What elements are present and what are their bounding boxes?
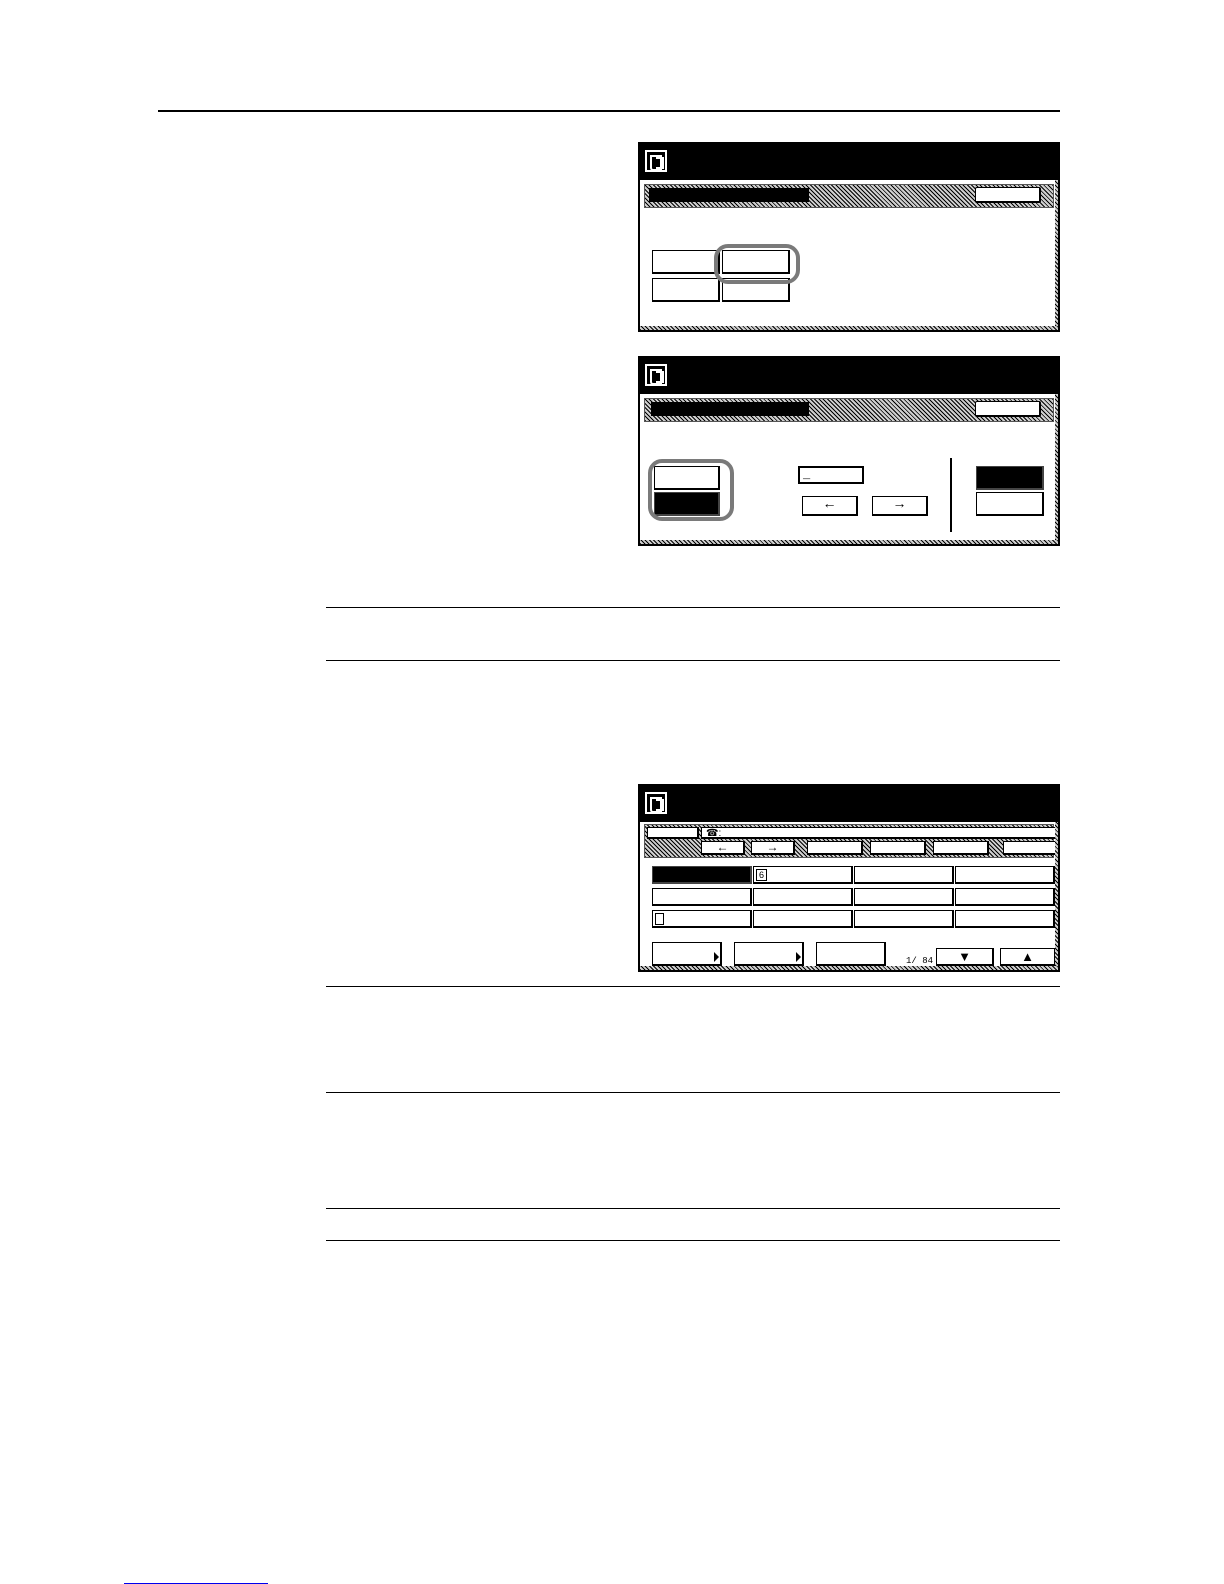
title-bar [640,144,1058,180]
fax-mode-icon [645,364,667,386]
cursor-left-button[interactable]: ← [802,496,858,516]
phone-icon: ☎: [706,828,722,839]
header-rule [158,110,1060,112]
bottom-button-1[interactable] [652,942,722,966]
panel-edge [1055,822,1058,970]
bottom-button-2[interactable] [734,942,804,966]
header-strip [644,398,1054,422]
entry-type-icon [655,913,664,925]
fax-mode-icon [645,150,667,172]
panel-bottom-edge [640,326,1058,330]
tab-2[interactable] [870,841,926,855]
tab-3[interactable] [933,841,989,855]
entry[interactable] [854,888,954,906]
entry-with-icon[interactable] [652,910,752,928]
number-input[interactable]: _ [798,466,864,484]
submenu-arrow-icon [714,952,719,962]
right-arrow-icon: → [892,495,907,511]
title-bar [640,786,1058,822]
rule [326,607,1060,608]
section-title-bar [649,188,809,202]
entry[interactable] [753,888,853,906]
rule [326,1092,1060,1093]
entry-1-selected[interactable] [652,866,752,884]
selection-highlight [648,459,734,521]
tab-1[interactable] [807,841,863,855]
option-button-3[interactable] [652,278,720,302]
screen-panel-1 [638,142,1060,332]
scroll-up-button[interactable]: ▲ [1000,948,1056,966]
group-index-badge: 6 [756,869,768,881]
entry-group[interactable]: 6 [753,866,853,884]
entry[interactable] [854,910,954,928]
panel-edge [1055,394,1058,544]
tab-4[interactable] [1003,841,1058,855]
right-arrow-icon: → [766,840,779,854]
down-arrow-icon: ▼ [958,949,971,964]
scroll-down-button[interactable]: ▼ [936,948,994,966]
up-arrow-icon: ▲ [1021,949,1034,964]
cursor-right-button[interactable]: → [751,841,795,855]
footer-link[interactable] [124,1570,268,1584]
left-arrow-icon: ← [716,840,729,854]
panel-bottom-edge [640,540,1058,544]
panel-bottom-edge [640,966,1058,970]
entry[interactable] [955,888,1055,906]
bottom-button-3[interactable] [816,942,886,966]
rule [326,986,1060,987]
destination-label-box [647,827,699,839]
submenu-arrow-icon [796,952,801,962]
entry[interactable] [854,866,954,884]
left-arrow-icon: ← [822,495,837,511]
cursor-left-button[interactable]: ← [701,841,745,855]
rule [326,1240,1060,1241]
title-bar [640,358,1058,394]
screen-panel-3: ☎: ← → 6 1/ 84 ▼ ▲ [638,784,1060,972]
selection-highlight [714,244,800,284]
entry[interactable] [955,866,1055,884]
screen-panel-2: _ ← → [638,356,1060,546]
divider [950,458,952,532]
entry[interactable] [753,910,853,928]
cursor-right-button[interactable]: → [872,496,928,516]
right-option[interactable] [976,492,1044,516]
page-indicator: 1/ 84 [906,956,934,966]
rule [326,660,1060,661]
option-button-1[interactable] [652,250,720,274]
destination-number-field: ☎: [701,827,1057,839]
rule [326,1208,1060,1209]
header-strip [644,184,1054,208]
close-button[interactable] [975,187,1041,203]
close-button[interactable] [975,401,1041,417]
entry[interactable] [955,910,1055,928]
section-title-bar [651,402,809,416]
fax-mode-icon [645,792,667,814]
right-option-selected[interactable] [976,466,1044,490]
panel-edge [1055,180,1058,330]
address-strip: ☎: ← → [644,824,1058,858]
entry[interactable] [652,888,752,906]
